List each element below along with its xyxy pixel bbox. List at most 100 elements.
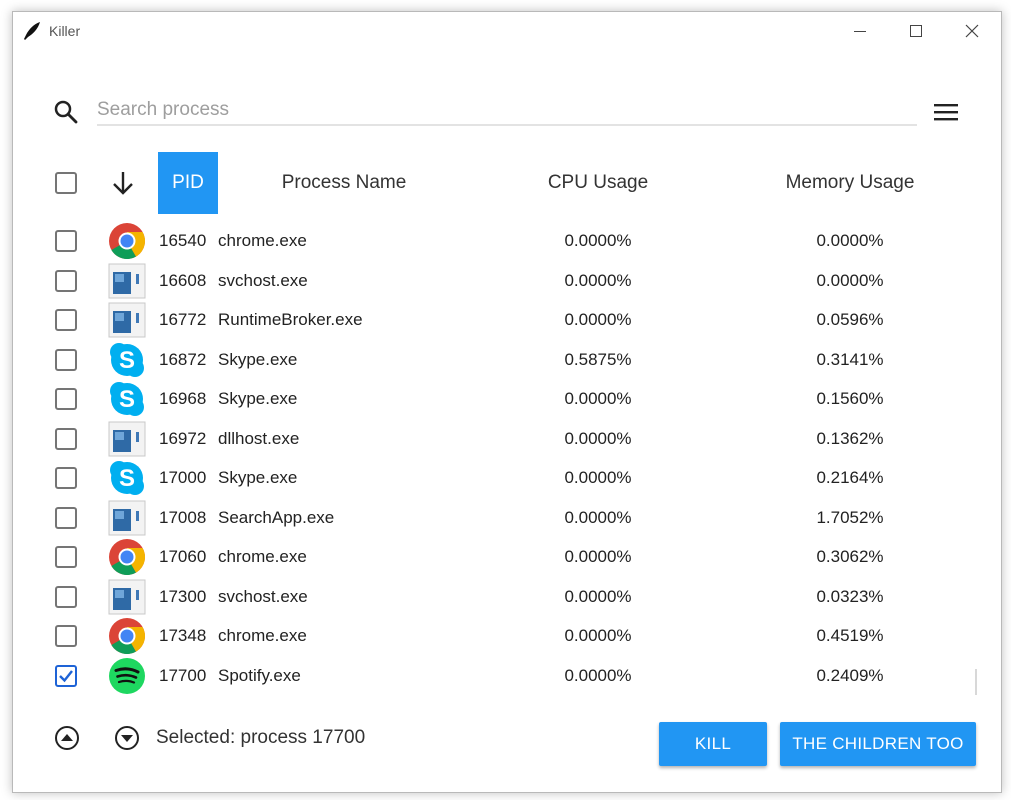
row-cpu-usage: 0.0000% [564, 547, 632, 566]
row-process-name: Spotify.exe [218, 665, 301, 685]
scrollbar[interactable] [975, 669, 977, 695]
row-cpu-usage: 0.0000% [564, 468, 632, 487]
chrome-icon [108, 617, 146, 655]
row-cpu-usage: 0.0000% [564, 231, 632, 250]
row-checkbox[interactable] [55, 664, 77, 687]
row-memory-usage: 1.7052% [816, 507, 884, 527]
generic-app-icon [108, 499, 146, 537]
row-cpu-usage: 0.0000% [564, 270, 632, 290]
table-row[interactable]: 17008 SearchApp.exe 0.0000% 1.7052% [13, 498, 1001, 538]
window-title: Killer [49, 23, 81, 39]
maximize-button[interactable] [893, 12, 939, 50]
minimize-icon [854, 31, 866, 32]
select-all-checkbox[interactable] [55, 172, 77, 194]
row-process-name: dllhost.exe [218, 428, 300, 448]
row-cpu-usage: 0.0000% [564, 428, 632, 448]
search-input[interactable] [97, 96, 917, 126]
row-process-name: Skype.exe [218, 389, 298, 408]
search-icon [53, 99, 79, 125]
row-process-name: Skype.exe [218, 349, 298, 369]
row-checkbox[interactable] [55, 427, 77, 450]
generic-app-icon [108, 301, 146, 339]
svg-text:S: S [119, 465, 135, 492]
kill-children-button[interactable]: THE CHILDREN TOO [780, 722, 976, 766]
row-memory-usage: 0.0323% [816, 586, 884, 606]
column-header-cpu[interactable]: CPU Usage [513, 152, 683, 214]
row-pid: 16968 [159, 389, 207, 408]
row-checkbox[interactable] [55, 309, 77, 331]
row-memory-usage: 0.0000% [816, 270, 884, 290]
skype-icon: S [108, 459, 146, 497]
row-pid: 17060 [159, 547, 207, 566]
row-cpu-usage: 0.0000% [564, 626, 632, 645]
title-bar[interactable]: Killer [13, 12, 1001, 50]
row-cpu-usage: 0.0000% [564, 389, 632, 408]
table-row[interactable]: 16972 dllhost.exe 0.0000% 0.1362% [13, 419, 1001, 459]
row-pid: 17348 [159, 626, 207, 645]
column-header-name[interactable]: Process Name [253, 152, 435, 214]
table-row[interactable]: 16772 RuntimeBroker.exe 0.0000% 0.0596% [13, 300, 1001, 340]
row-checkbox[interactable] [55, 546, 77, 568]
row-cpu-usage: 0.0000% [564, 310, 632, 329]
row-checkbox[interactable] [55, 348, 77, 371]
svg-text:S: S [119, 347, 135, 374]
row-pid: 17000 [159, 468, 207, 487]
table-row[interactable]: S 16968 Skype.exe 0.0000% 0.1560% [13, 379, 1001, 419]
chrome-icon [108, 222, 146, 260]
row-checkbox[interactable] [55, 467, 77, 489]
row-checkbox[interactable] [55, 269, 77, 292]
column-header-memory[interactable]: Memory Usage [765, 152, 935, 214]
row-pid: 17700 [159, 665, 207, 685]
row-process-name: chrome.exe [218, 231, 307, 250]
row-checkbox[interactable] [55, 625, 77, 647]
row-cpu-usage: 0.0000% [564, 586, 632, 606]
table-row[interactable]: 17060 chrome.exe 0.0000% 0.3062% [13, 537, 1001, 577]
arrow-down-circle-icon[interactable] [114, 725, 140, 751]
row-memory-usage: 0.4519% [816, 626, 884, 645]
row-memory-usage: 0.1560% [816, 389, 884, 408]
row-memory-usage: 0.2164% [816, 468, 884, 487]
row-checkbox[interactable] [55, 388, 77, 410]
row-pid: 16872 [159, 349, 207, 369]
menu-icon[interactable] [933, 100, 959, 124]
minimize-button[interactable] [837, 12, 883, 50]
row-memory-usage: 0.1362% [816, 428, 884, 448]
svg-text:S: S [119, 386, 135, 413]
table-row[interactable]: 17300 svchost.exe 0.0000% 0.0323% [13, 577, 1001, 617]
row-pid: 17008 [159, 507, 207, 527]
row-memory-usage: 0.0596% [816, 310, 884, 329]
arrow-down-icon[interactable] [111, 170, 135, 196]
row-process-name: SearchApp.exe [218, 507, 335, 527]
table-row[interactable]: S 16872 Skype.exe 0.5875% 0.3141% [13, 340, 1001, 380]
table-row[interactable]: 16608 svchost.exe 0.0000% 0.0000% [13, 261, 1001, 301]
row-pid: 16772 [159, 310, 207, 329]
skype-icon: S [108, 380, 146, 418]
row-pid: 17300 [159, 586, 207, 606]
kill-button[interactable]: KILL [659, 722, 767, 766]
table-row[interactable]: 16540 chrome.exe 0.0000% 0.0000% [13, 221, 1001, 261]
table-row[interactable]: 17348 chrome.exe 0.0000% 0.4519% [13, 616, 1001, 656]
skype-icon: S [108, 341, 146, 379]
close-button[interactable] [949, 12, 995, 50]
row-process-name: svchost.exe [218, 586, 308, 606]
quill-icon [22, 21, 42, 41]
row-process-name: svchost.exe [218, 270, 308, 290]
row-checkbox[interactable] [55, 506, 77, 529]
row-memory-usage: 0.0000% [816, 231, 884, 250]
row-pid: 16608 [159, 270, 207, 290]
table-row[interactable]: S 17000 Skype.exe 0.0000% 0.2164% [13, 458, 1001, 498]
row-checkbox[interactable] [55, 585, 77, 608]
row-memory-usage: 0.2409% [816, 665, 884, 685]
selection-status: Selected: process 17700 [156, 727, 366, 748]
generic-app-icon [108, 420, 146, 458]
row-checkbox[interactable] [55, 230, 77, 252]
column-header-pid[interactable]: PID [158, 152, 218, 214]
close-icon [965, 24, 979, 38]
chrome-icon [108, 538, 146, 576]
table-row[interactable]: 17700 Spotify.exe 0.0000% 0.2409% [13, 656, 1001, 696]
spotify-icon [108, 657, 146, 695]
row-process-name: chrome.exe [218, 626, 307, 645]
app-window: Killer P [12, 11, 1002, 793]
row-cpu-usage: 0.0000% [564, 507, 632, 527]
arrow-up-circle-icon[interactable] [54, 725, 80, 751]
